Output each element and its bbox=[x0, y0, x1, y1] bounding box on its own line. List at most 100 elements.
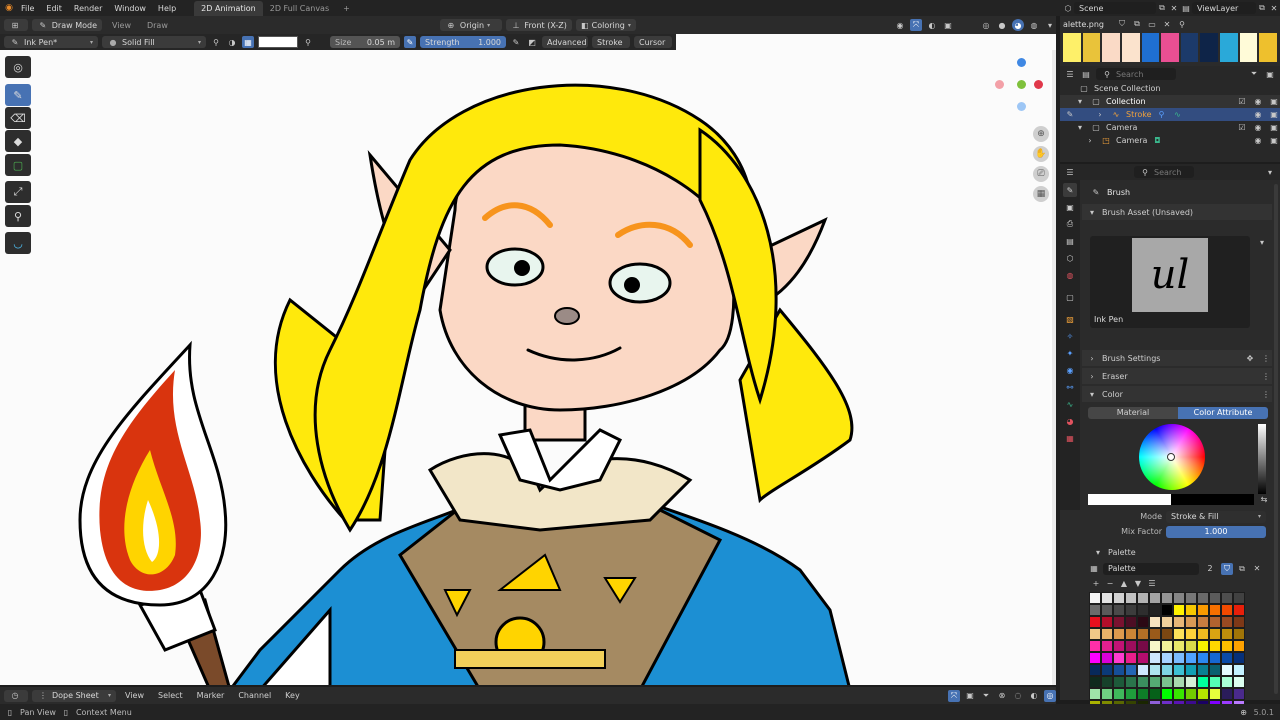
palette-color-cell[interactable] bbox=[1101, 688, 1113, 700]
outliner-item-camera-collection[interactable]: ▾ ▢ Camera ☑ ◉ ▣ bbox=[1060, 121, 1280, 134]
palette-color-cell[interactable] bbox=[1089, 640, 1101, 652]
tab-collection[interactable]: ▢ bbox=[1063, 290, 1077, 304]
outliner-item-stroke[interactable]: ✎ › ∿ Stroke ⚲ ∿ ◉ ▣ bbox=[1060, 108, 1280, 121]
palette-color-cell[interactable] bbox=[1089, 628, 1101, 640]
palette-color-cell[interactable] bbox=[1173, 628, 1185, 640]
palette-color-cell[interactable] bbox=[1101, 628, 1113, 640]
palette-color-cell[interactable] bbox=[1161, 688, 1173, 700]
palette-swatch[interactable] bbox=[1239, 32, 1258, 62]
pan-icon[interactable]: ✋ bbox=[1033, 146, 1049, 162]
tab-data[interactable]: ∿ bbox=[1063, 397, 1077, 411]
palette-color-cell[interactable] bbox=[1161, 652, 1173, 664]
tab-constraints[interactable]: ⚯ bbox=[1063, 380, 1077, 394]
palette-color-cell[interactable] bbox=[1233, 628, 1245, 640]
color-mode-dropdown[interactable]: Stroke & Fill ▾ bbox=[1166, 510, 1266, 523]
strength-field[interactable]: Strength 1.000 bbox=[420, 36, 506, 48]
drawing-plane-selector[interactable]: ⊥ Front (X-Z) bbox=[505, 19, 572, 31]
palette-color-cell[interactable] bbox=[1149, 664, 1161, 676]
menu-render[interactable]: Render bbox=[68, 4, 108, 13]
palette-color-cell[interactable] bbox=[1209, 604, 1221, 616]
brush-settings-panel-header[interactable]: › Brush Settings ✥ ⋮ bbox=[1082, 350, 1272, 366]
color-preview-bar[interactable] bbox=[1088, 494, 1254, 505]
palette-color-cell[interactable] bbox=[1233, 640, 1245, 652]
filter-icon[interactable]: ⏷ bbox=[1248, 68, 1260, 80]
palette-swatch[interactable] bbox=[1063, 32, 1081, 62]
palette-color-cell[interactable] bbox=[1113, 604, 1125, 616]
move-up-icon[interactable]: ▲ bbox=[1118, 577, 1130, 589]
palette-color-cell[interactable] bbox=[1209, 676, 1221, 688]
palette-users-count[interactable]: 2 bbox=[1202, 564, 1218, 573]
palette-color-cell[interactable] bbox=[1101, 616, 1113, 628]
palette-color-cell[interactable] bbox=[1233, 604, 1245, 616]
chevron-right-icon[interactable]: › bbox=[1094, 109, 1106, 121]
outliner-item-collection[interactable]: ▾ ▢ Collection ☑ ◉ ▣ bbox=[1060, 95, 1280, 108]
palette-color-cell[interactable] bbox=[1197, 592, 1209, 604]
tab-output[interactable]: ⎙ bbox=[1063, 217, 1077, 231]
camera-render-icon[interactable]: ▣ bbox=[1268, 96, 1280, 108]
overlay-icon[interactable]: ◐ bbox=[926, 19, 938, 31]
scene-pin-icon[interactable]: ⧉ bbox=[1156, 2, 1168, 14]
palette-color-cell[interactable] bbox=[1233, 616, 1245, 628]
duplicate-icon[interactable]: ⧉ bbox=[1236, 563, 1248, 575]
stroke-placement-selector[interactable]: ⊕ Origin ▾ bbox=[439, 19, 502, 31]
outliner-item-camera[interactable]: › ◳ Camera ◘ ◉ ▣ bbox=[1060, 134, 1280, 147]
palette-color-cell[interactable] bbox=[1161, 664, 1173, 676]
palette-color-cell[interactable] bbox=[1137, 652, 1149, 664]
stroke-dropdown[interactable]: Stroke bbox=[592, 36, 630, 48]
unlink-close-icon[interactable]: ✕ bbox=[1251, 563, 1263, 575]
palette-color-cell[interactable] bbox=[1221, 652, 1233, 664]
palette-color-cell[interactable] bbox=[1173, 664, 1185, 676]
palette-color-cell[interactable] bbox=[1089, 592, 1101, 604]
palette-swatch[interactable] bbox=[1082, 32, 1101, 62]
palette-color-cell[interactable] bbox=[1197, 676, 1209, 688]
palette-color-cell[interactable] bbox=[1233, 688, 1245, 700]
fake-user-shield-icon[interactable]: ⛉ bbox=[1221, 562, 1233, 575]
close-icon[interactable]: ✕ bbox=[1161, 18, 1173, 30]
view-menu[interactable]: View bbox=[106, 21, 137, 30]
eye-icon[interactable]: ◉ bbox=[1252, 96, 1264, 108]
shading-wireframe-icon[interactable]: ◎ bbox=[980, 19, 992, 31]
palette-color-cell[interactable] bbox=[1125, 664, 1137, 676]
palette-color-cell[interactable] bbox=[1137, 664, 1149, 676]
brush-thumbnail[interactable]: ul bbox=[1132, 238, 1208, 312]
eyedropper-icon[interactable]: ⚲ bbox=[302, 36, 314, 48]
palette-color-cell[interactable] bbox=[1221, 592, 1233, 604]
ortho-icon[interactable]: ▦ bbox=[1033, 186, 1049, 202]
cursor-dropdown[interactable]: Cursor bbox=[634, 36, 672, 48]
shape-tool[interactable]: ▢ bbox=[5, 154, 31, 176]
onion-skin-icon[interactable]: ◎ bbox=[1044, 689, 1056, 702]
palette-color-cell[interactable] bbox=[1113, 628, 1125, 640]
color-swatch[interactable] bbox=[258, 36, 298, 48]
palette-color-cell[interactable] bbox=[1125, 688, 1137, 700]
value-slider[interactable] bbox=[1258, 424, 1266, 494]
palette-color-cell[interactable] bbox=[1101, 652, 1113, 664]
auto-snap-icon[interactable]: ⊗ bbox=[996, 690, 1008, 702]
palette-swatch[interactable] bbox=[1220, 32, 1238, 62]
palette-color-cell[interactable] bbox=[1125, 616, 1137, 628]
fill-tool[interactable]: ◆ bbox=[5, 130, 31, 152]
palette-color-cell[interactable] bbox=[1173, 676, 1185, 688]
palette-color-cell[interactable] bbox=[1149, 676, 1161, 688]
palette-color-cell[interactable] bbox=[1209, 592, 1221, 604]
palette-color-cell[interactable] bbox=[1137, 688, 1149, 700]
tab-effects[interactable]: ✦ bbox=[1063, 346, 1077, 360]
palette-color-cell[interactable] bbox=[1185, 628, 1197, 640]
palette-color-cell[interactable] bbox=[1185, 664, 1197, 676]
tab-material[interactable]: ◕ bbox=[1063, 414, 1077, 428]
palette-color-cell[interactable] bbox=[1137, 592, 1149, 604]
cursor-tool[interactable]: ◎ bbox=[5, 56, 31, 78]
palette-color-cell[interactable] bbox=[1161, 604, 1173, 616]
tab-scene[interactable]: ⬡ bbox=[1063, 251, 1077, 265]
color-wheel-cursor[interactable] bbox=[1167, 453, 1175, 461]
palette-color-cell[interactable] bbox=[1173, 604, 1185, 616]
xray-icon[interactable]: ▣ bbox=[942, 19, 954, 31]
palette-name-field[interactable]: Palette bbox=[1103, 562, 1199, 575]
palette-color-cell[interactable] bbox=[1185, 640, 1197, 652]
chevron-right-icon[interactable]: › bbox=[1084, 135, 1096, 147]
timeline-menu-channel[interactable]: Channel bbox=[233, 691, 276, 700]
palette-color-cell[interactable] bbox=[1221, 676, 1233, 688]
palette-color-cell[interactable] bbox=[1233, 652, 1245, 664]
palette-color-cell[interactable] bbox=[1209, 664, 1221, 676]
palette-panel-header[interactable]: ▾ Palette bbox=[1092, 544, 1272, 560]
palette-color-cell[interactable] bbox=[1233, 592, 1245, 604]
